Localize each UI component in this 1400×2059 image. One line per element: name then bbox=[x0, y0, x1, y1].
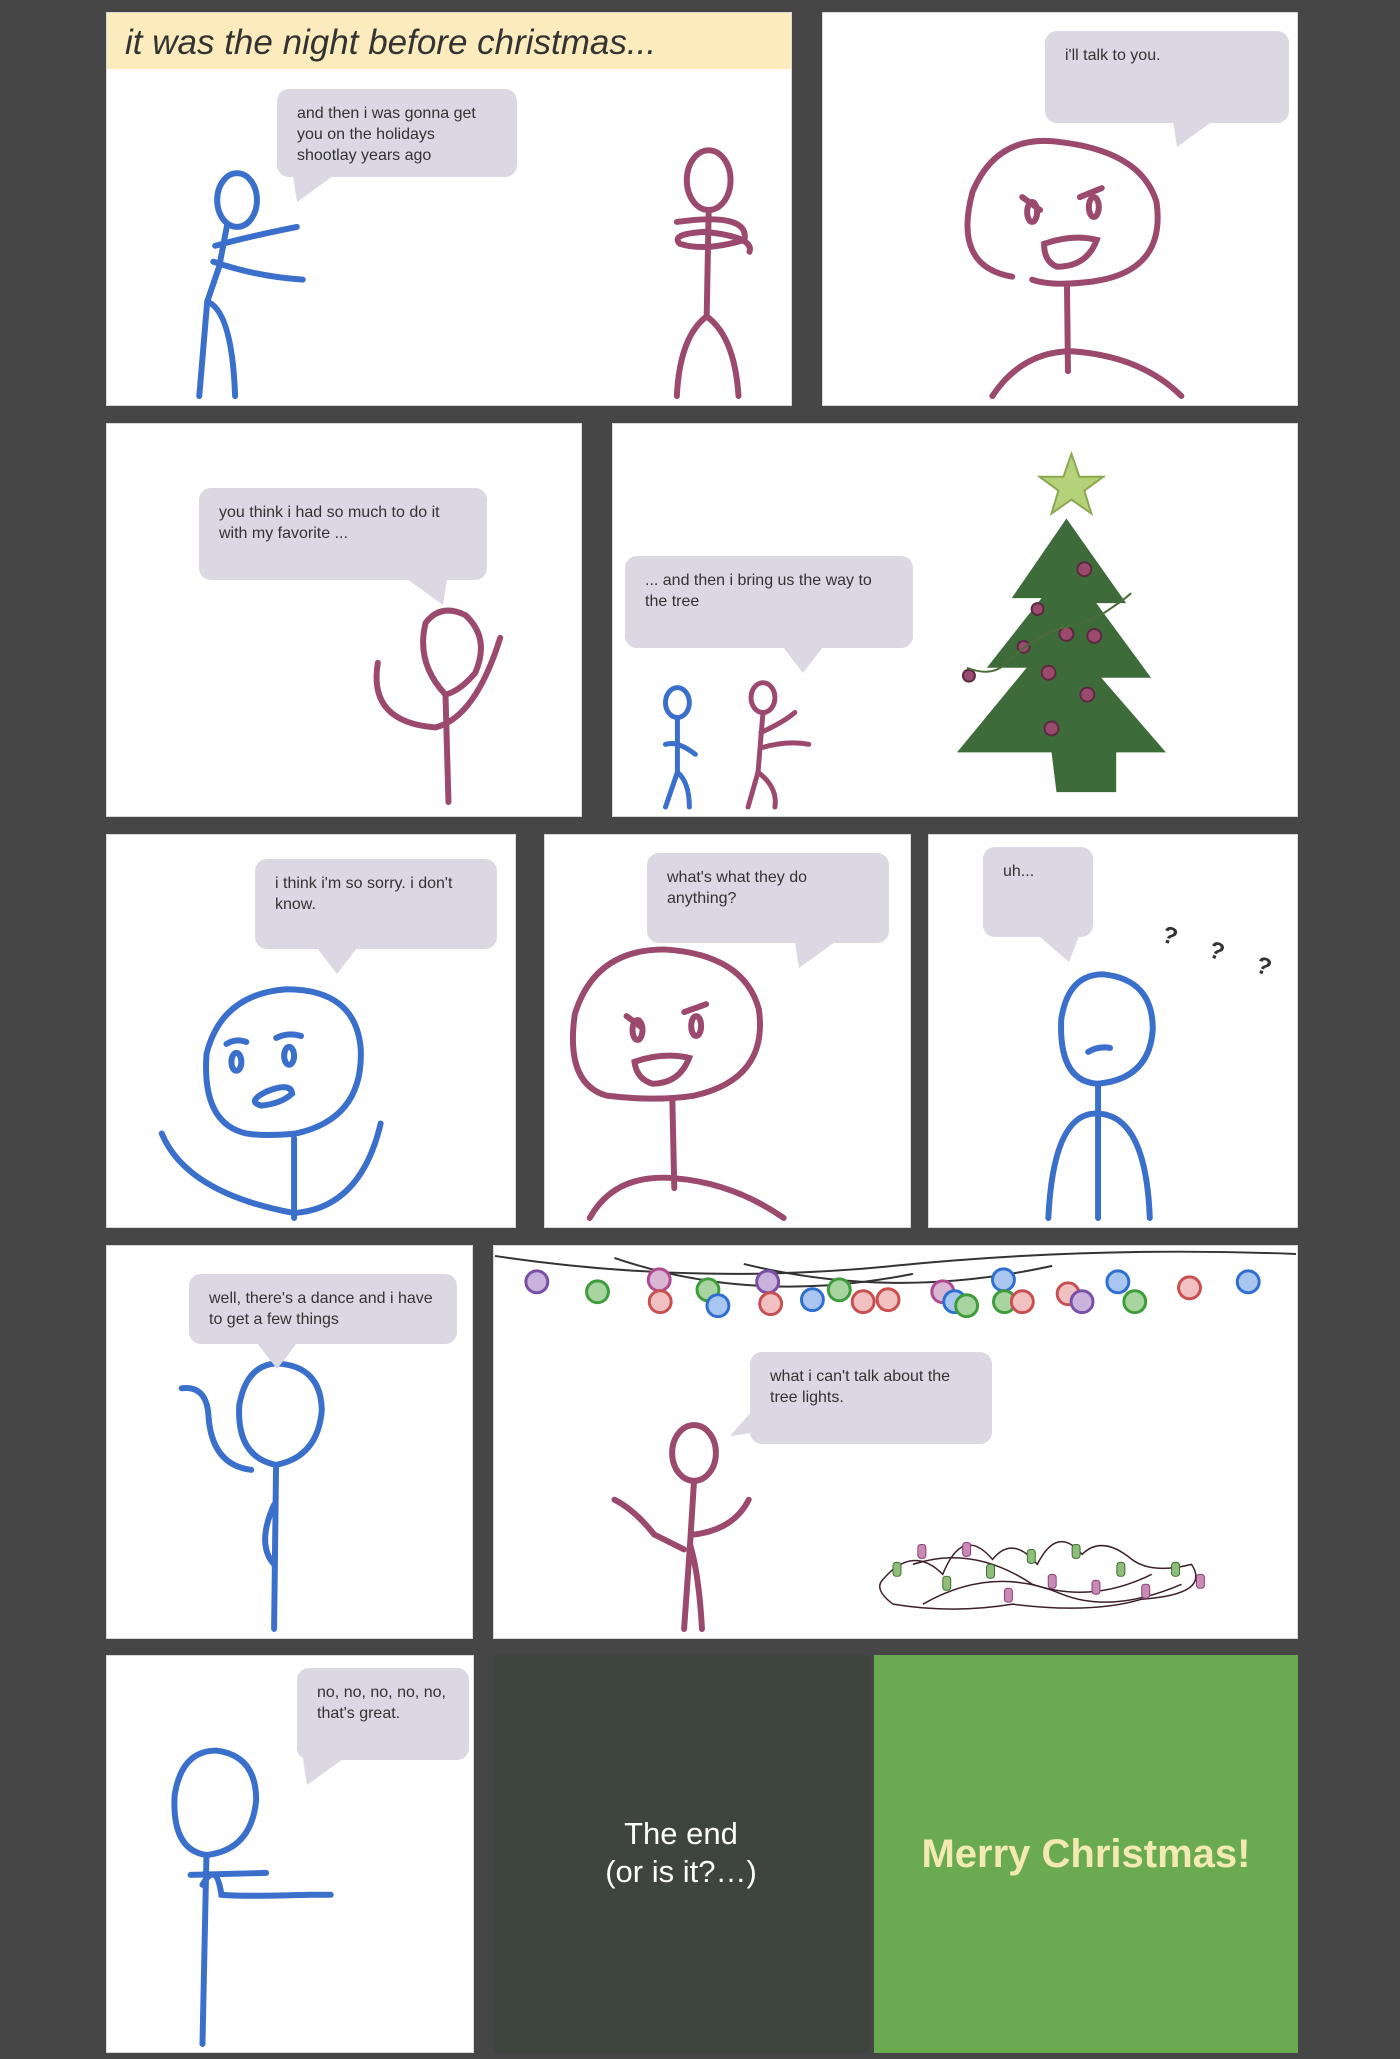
speech-bubble: what's what they do anything? bbox=[647, 853, 889, 943]
bubble-tail bbox=[303, 1759, 343, 1785]
panel-8: well, there's a dance and i have to get … bbox=[106, 1245, 473, 1639]
end-line-1: The end bbox=[624, 1816, 738, 1851]
panel-5: i think i'm so sorry. i don't know. bbox=[106, 834, 516, 1228]
bubble-tail bbox=[293, 176, 333, 202]
panel-1: it was the night before christmas... and… bbox=[106, 12, 792, 406]
merry-christmas-text: Merry Christmas! bbox=[921, 1832, 1251, 1876]
speech-bubble: no, no, no, no, no, that's great. bbox=[297, 1668, 469, 1760]
small-purple-figure bbox=[745, 680, 812, 810]
bubble-tail bbox=[257, 1343, 297, 1369]
bubble-tail bbox=[407, 579, 447, 605]
panel-3-art bbox=[373, 607, 504, 806]
panel-9: what i can't talk about the tree lights. bbox=[493, 1245, 1298, 1639]
panel-6: what's what they do anything? bbox=[544, 834, 911, 1228]
christmas-tree bbox=[956, 450, 1166, 793]
panel-3: you think i had so much to do it with my… bbox=[106, 423, 582, 817]
angry-purple-face bbox=[569, 946, 787, 1221]
blue-stick-figure bbox=[196, 170, 306, 400]
bubble-tail bbox=[795, 942, 835, 968]
speech-bubble: i'll talk to you. bbox=[1045, 31, 1289, 123]
panel-merry-christmas: Merry Christmas! bbox=[874, 1655, 1298, 2053]
blue-stick-figure bbox=[171, 1747, 334, 2047]
bubble-tail bbox=[730, 1402, 760, 1436]
speech-bubble: well, there's a dance and i have to get … bbox=[189, 1274, 457, 1344]
panel-4: ... and then i bring us the way to the t… bbox=[612, 423, 1298, 817]
purple-stick-figure-shrugging bbox=[611, 1422, 752, 1633]
confused-blue-figure bbox=[1045, 971, 1156, 1221]
blue-stick-figure-waving bbox=[178, 1360, 325, 1632]
bubble-tail bbox=[1173, 121, 1213, 147]
panel-1-art bbox=[196, 147, 753, 400]
panel-7: ? ? ? uh... bbox=[928, 834, 1298, 1228]
speech-bubble: you think i had so much to do it with my… bbox=[199, 488, 487, 580]
bubble-tail bbox=[317, 948, 357, 974]
string-lights-wire bbox=[494, 1250, 1296, 1288]
tangled-lights-pile bbox=[879, 1540, 1197, 1610]
sad-blue-face bbox=[158, 986, 384, 1222]
speech-bubble: uh... bbox=[983, 847, 1093, 937]
panel-the-end: The end (or is it?…) bbox=[493, 1655, 869, 2053]
purple-stick-figure-arms-up bbox=[373, 607, 504, 806]
end-line-2: (or is it?…) bbox=[605, 1854, 757, 1889]
panel-2: i'll talk to you. bbox=[822, 12, 1298, 406]
speech-bubble: what i can't talk about the tree lights. bbox=[750, 1352, 992, 1444]
bubble-tail bbox=[783, 647, 823, 673]
speech-bubble: and then i was gonna get you on the holi… bbox=[277, 89, 517, 177]
bubble-tail bbox=[1039, 936, 1079, 962]
string-lights bbox=[524, 1267, 1261, 1319]
speech-bubble: i think i'm so sorry. i don't know. bbox=[255, 859, 497, 949]
small-blue-figure bbox=[662, 685, 698, 810]
speech-bubble: ... and then i bring us the way to the t… bbox=[625, 556, 913, 648]
panel-10: no, no, no, no, no, that's great. bbox=[106, 1655, 474, 2053]
angry-purple-face bbox=[964, 138, 1185, 400]
purple-stick-figure bbox=[673, 147, 753, 400]
